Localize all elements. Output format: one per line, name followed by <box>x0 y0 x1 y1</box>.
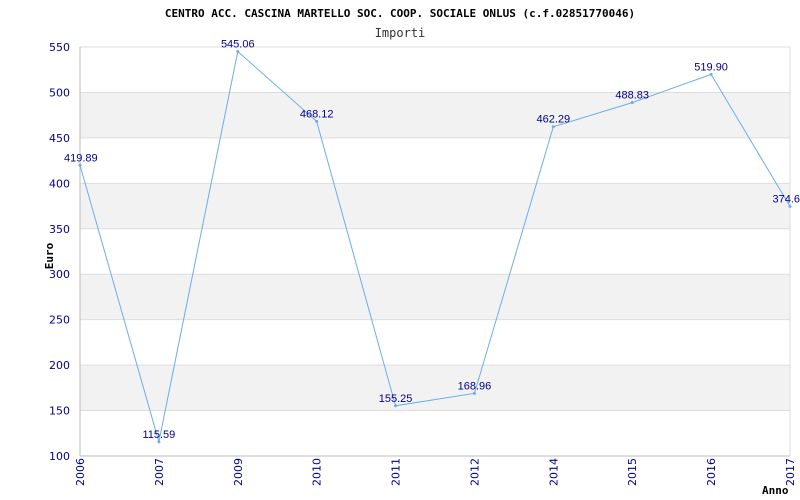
y-tick-label: 250 <box>49 314 70 327</box>
data-label: 488.83 <box>615 90 649 102</box>
x-tick-label: 2006 <box>74 458 87 486</box>
y-tick-label: 500 <box>49 86 70 99</box>
data-label: 419.89 <box>64 152 98 164</box>
x-tick-label: 2012 <box>468 458 481 486</box>
y-tick-label: 150 <box>49 405 70 418</box>
chart-subtitle: Importi <box>375 26 426 40</box>
grid-band <box>80 92 790 138</box>
data-label: 155.25 <box>379 393 413 405</box>
data-label: 468.12 <box>300 108 334 120</box>
x-tick-label: 2007 <box>153 458 166 486</box>
x-tick-label: 2017 <box>784 458 797 486</box>
chart-title: CENTRO ACC. CASCINA MARTELLO SOC. COOP. … <box>165 7 635 20</box>
grid-band <box>80 274 790 320</box>
x-tick-label: 2015 <box>626 458 639 486</box>
x-tick-label: 2014 <box>547 458 560 486</box>
y-tick-label: 550 <box>49 41 70 54</box>
data-label: 374.6 <box>772 193 800 205</box>
line-chart: 100150200250300350400450500550 2006 2007 2… <box>43 7 800 497</box>
x-tick-labels: 2006 2007 2009 2010 2011 2012 2014 2015 2016 2017 <box>74 458 797 486</box>
y-tick-label: 450 <box>49 132 70 145</box>
data-label: 462.29 <box>537 114 571 126</box>
y-axis-title: Euro <box>43 242 56 269</box>
x-axis-title: Anno <box>762 484 789 497</box>
background-bands <box>80 92 790 411</box>
data-label: 168.96 <box>458 380 492 392</box>
y-tick-label: 200 <box>49 359 70 372</box>
x-tick-label: 2011 <box>390 458 403 486</box>
grid-band <box>80 183 790 229</box>
x-tick-label: 2010 <box>311 458 324 486</box>
x-tick-label: 2009 <box>232 458 245 486</box>
x-tick-label: 2016 <box>705 458 718 486</box>
data-label: 115.59 <box>142 429 175 441</box>
y-tick-label: 350 <box>49 223 70 236</box>
data-label: 545.06 <box>221 38 255 50</box>
grid-band <box>80 365 790 411</box>
y-tick-label: 100 <box>49 450 70 463</box>
data-label: 519.90 <box>694 61 728 73</box>
y-tick-label: 400 <box>49 177 70 190</box>
